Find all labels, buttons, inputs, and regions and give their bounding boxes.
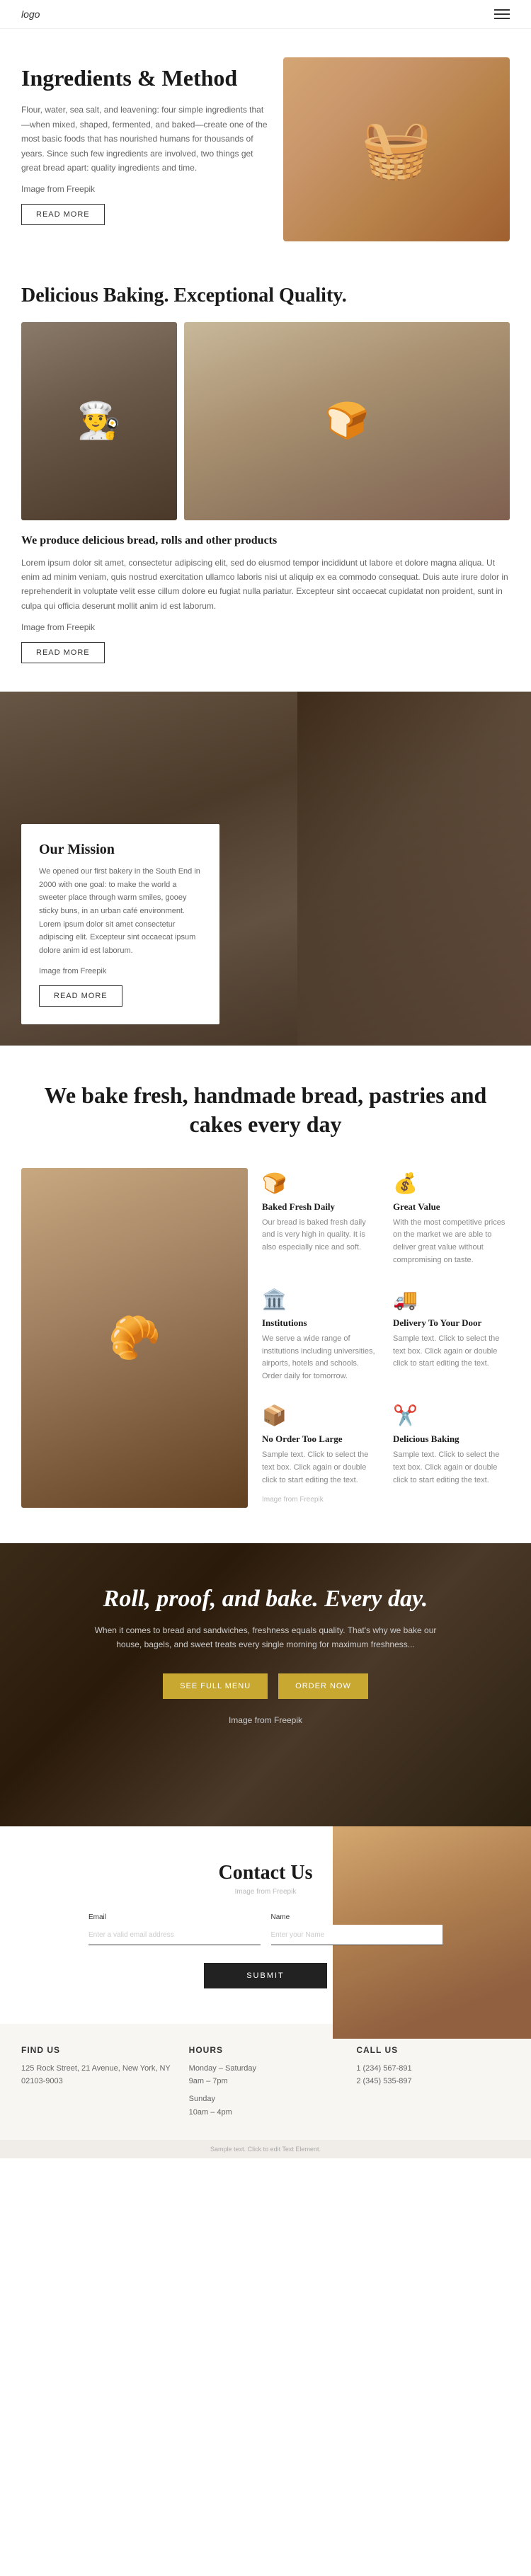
delicious-baking-icon: ✂️	[393, 1404, 510, 1428]
find-us-title: FIND US	[21, 2045, 175, 2055]
baker-image-2: 🍞	[184, 322, 510, 520]
great-value-icon: 💰	[393, 1172, 510, 1196]
name-group: Name	[271, 1913, 443, 1945]
section-fresh: We bake fresh, handmade bread, pastries …	[0, 1046, 531, 1543]
feature-great-value-desc: With the most competitive prices on the …	[393, 1217, 510, 1266]
submit-button[interactable]: SUBMIT	[204, 1963, 327, 1988]
fresh-image-credit: Image from Freepik	[262, 1496, 510, 1504]
baking-images: 👨‍🍳 🍞	[21, 322, 510, 520]
ingredients-read-more-button[interactable]: READ MORE	[21, 204, 105, 225]
email-input[interactable]	[88, 1925, 261, 1945]
feature-delicious-baking-desc: Sample text. Click to select the text bo…	[393, 1449, 510, 1487]
delivery-icon: 🚚	[393, 1288, 510, 1312]
feature-institutions-desc: We serve a wide range of institutions in…	[262, 1333, 379, 1383]
footer-sample-text: Sample text. Click to edit Text Element.	[21, 2146, 510, 2153]
footer: FIND US 125 Rock Street, 21 Avenue, New …	[0, 2024, 531, 2141]
fresh-title: We bake fresh, handmade bread, pastries …	[21, 1081, 510, 1140]
baking-text: We produce delicious bread, rolls and ot…	[21, 534, 510, 663]
hours-col: HOURS Monday – Saturday 9am – 7pm Sunday…	[189, 2045, 343, 2119]
institutions-icon: 🏛️	[262, 1288, 379, 1312]
ingredients-body: Flour, water, sea salt, and leavening: f…	[21, 103, 269, 175]
feature-institutions: 🏛️ Institutions We serve a wide range of…	[262, 1284, 379, 1386]
footer-bottom: Sample text. Click to edit Text Element.	[0, 2140, 531, 2158]
fresh-image: 🥐	[21, 1168, 248, 1508]
baking-read-more-button[interactable]: READ MORE	[21, 642, 105, 663]
ingredients-title: Ingredients & Method	[21, 64, 269, 91]
call-us-phone1: 1 (234) 567-891	[356, 2062, 510, 2076]
features-grid: 🍞 Baked Fresh Daily Our bread is baked f…	[262, 1168, 510, 1491]
feature-delivery: 🚚 Delivery To Your Door Sample text. Cli…	[393, 1284, 510, 1386]
feature-institutions-title: Institutions	[262, 1317, 379, 1329]
section-baking: Delicious Baking. Exceptional Quality. 👨…	[0, 256, 531, 692]
feature-baked-fresh-desc: Our bread is baked fresh daily and is ve…	[262, 1217, 379, 1254]
feature-delicious-baking: ✂️ Delicious Baking Sample text. Click t…	[393, 1400, 510, 1490]
feature-no-order-desc: Sample text. Click to select the text bo…	[262, 1449, 379, 1487]
ingredients-image-credit: Image from Freepik	[21, 182, 269, 196]
email-group: Email	[88, 1913, 261, 1945]
find-us-address: 125 Rock Street, 21 Avenue, New York, NY…	[21, 2062, 175, 2088]
call-us-title: CALL US	[356, 2045, 510, 2055]
call-us-col: CALL US 1 (234) 567-891 2 (345) 535-897	[356, 2045, 510, 2119]
feature-no-order-title: No Order Too Large	[262, 1433, 379, 1445]
email-label: Email	[88, 1913, 261, 1921]
baking-body: Lorem ipsum dolor sit amet, consectetur …	[21, 556, 510, 614]
find-us-col: FIND US 125 Rock Street, 21 Avenue, New …	[21, 2045, 175, 2119]
bread-basket-image	[283, 57, 510, 241]
feature-no-order-too-large: 📦 No Order Too Large Sample text. Click …	[262, 1400, 379, 1490]
header: logo	[0, 0, 531, 29]
mission-read-more-button[interactable]: READ MORE	[39, 985, 122, 1007]
hours-title: HOURS	[189, 2045, 343, 2055]
baker-image-1: 👨‍🍳	[21, 322, 177, 520]
call-us-phone2: 2 (345) 535-897	[356, 2075, 510, 2088]
no-order-icon: 📦	[262, 1404, 379, 1428]
fresh-content: 🥐 🍞 Baked Fresh Daily Our bread is baked…	[21, 1168, 510, 1508]
see-full-menu-button[interactable]: SEE FULL MENU	[163, 1673, 268, 1699]
roll-buttons: SEE FULL MENU ORDER NOW	[21, 1673, 510, 1699]
roll-image-credit: Image from Freepik	[88, 1713, 442, 1727]
order-now-button[interactable]: ORDER NOW	[278, 1673, 368, 1699]
mission-overlay: Our Mission We opened our first bakery i…	[21, 824, 219, 1024]
ingredients-text: Ingredients & Method Flour, water, sea s…	[21, 57, 269, 225]
feature-delivery-title: Delivery To Your Door	[393, 1317, 510, 1329]
roll-body: When it comes to bread and sandwiches, f…	[88, 1623, 442, 1652]
feature-great-value: 💰 Great Value With the most competitive …	[393, 1168, 510, 1270]
form-row: Email Name	[88, 1913, 442, 1945]
section-ingredients: Ingredients & Method Flour, water, sea s…	[0, 29, 531, 256]
section-roll: Roll, proof, and bake. Every day. When i…	[0, 1543, 531, 1826]
mission-title: Our Mission	[39, 842, 202, 858]
baking-title: Delicious Baking. Exceptional Quality.	[21, 284, 510, 308]
mission-image-credit: Image from Freepik	[39, 965, 202, 978]
roll-content: Roll, proof, and bake. Every day. When i…	[21, 1586, 510, 1727]
name-input[interactable]	[271, 1925, 443, 1945]
roll-title: Roll, proof, and bake. Every day.	[21, 1586, 510, 1613]
feature-delivery-desc: Sample text. Click to select the text bo…	[393, 1333, 510, 1370]
hamburger-line-1	[494, 9, 510, 11]
baked-fresh-icon: 🍞	[262, 1172, 379, 1196]
mission-body: We opened our first bakery in the South …	[39, 865, 202, 958]
fresh-features-wrapper: 🍞 Baked Fresh Daily Our bread is baked f…	[262, 1168, 510, 1508]
hamburger-line-3	[494, 18, 510, 19]
section-mission: 👩‍🍳👨‍🍳 Our Mission We opened our first b…	[0, 692, 531, 1046]
name-label: Name	[271, 1913, 443, 1921]
feature-baked-fresh: 🍞 Baked Fresh Daily Our bread is baked f…	[262, 1168, 379, 1270]
logo: logo	[21, 8, 40, 20]
feature-great-value-title: Great Value	[393, 1201, 510, 1213]
baking-subtitle: We produce delicious bread, rolls and ot…	[21, 534, 510, 547]
hours-sunday: Sunday 10am – 4pm	[189, 2093, 343, 2119]
hamburger-line-2	[494, 13, 510, 15]
feature-delicious-baking-title: Delicious Baking	[393, 1433, 510, 1445]
baking-image-credit: Image from Freepik	[21, 620, 510, 634]
section-contact: Contact Us Image from Freepik Email Name…	[0, 1826, 531, 2024]
hours-weekday: Monday – Saturday 9am – 7pm	[189, 2062, 343, 2088]
feature-baked-fresh-title: Baked Fresh Daily	[262, 1201, 379, 1213]
contact-form: Email Name SUBMIT	[88, 1913, 442, 1988]
menu-toggle[interactable]	[494, 9, 510, 19]
ingredients-image	[283, 57, 510, 241]
